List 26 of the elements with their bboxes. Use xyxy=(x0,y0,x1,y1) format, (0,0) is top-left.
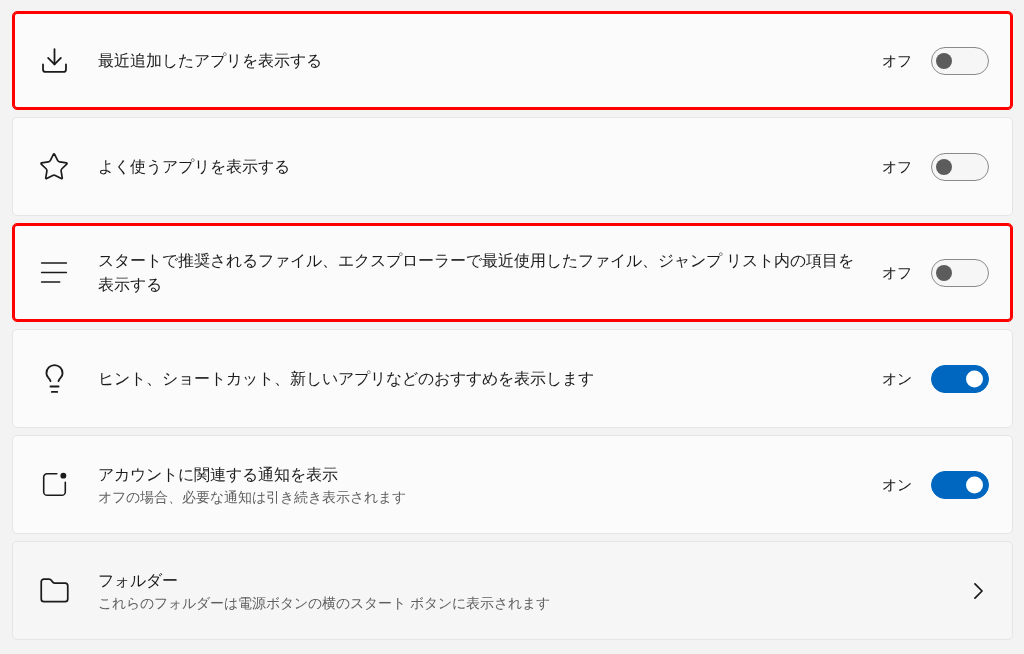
setting-title: 最近追加したアプリを表示する xyxy=(98,50,323,71)
setting-description: オフの場合、必要な通知は引き続き表示されます xyxy=(98,487,407,507)
setting-description: これらのフォルダーは電源ボタンの横のスタート ボタンに表示されます xyxy=(98,593,551,613)
setting-title: スタートで推奨されるファイル、エクスプローラーで最近使用したファイル、ジャンプ リスト内の項目を表示する xyxy=(98,250,856,295)
toggle-switch[interactable] xyxy=(931,46,989,75)
toggle-switch[interactable] xyxy=(931,152,989,181)
toggle-state-label: オフ xyxy=(882,50,912,71)
chevron-right-icon xyxy=(974,582,983,599)
toggle-state-label: オフ xyxy=(882,262,912,283)
toggle-switch[interactable] xyxy=(931,470,989,499)
toggle-switch[interactable] xyxy=(931,364,989,393)
download-icon xyxy=(41,48,67,73)
setting-title: フォルダー xyxy=(98,570,179,591)
lightbulb-icon xyxy=(43,364,65,393)
notification-dot-icon xyxy=(41,472,67,497)
folder-icon xyxy=(39,577,69,604)
toggle-state-label: オン xyxy=(882,474,912,495)
toggle-state-label: オン xyxy=(882,368,912,389)
settings-link-card[interactable]: フォルダー これらのフォルダーは電源ボタンの横のスタート ボタンに表示されます xyxy=(12,541,1013,640)
setting-title: ヒント、ショートカット、新しいアプリなどのおすすめを表示します xyxy=(98,368,595,389)
setting-title: よく使うアプリを表示する xyxy=(98,156,291,177)
toggle-switch[interactable] xyxy=(931,258,989,287)
star-icon xyxy=(40,153,68,180)
toggle-state-label: オフ xyxy=(882,156,912,177)
lines-icon xyxy=(40,262,68,283)
setting-title: アカウントに関連する通知を表示 xyxy=(98,464,339,485)
